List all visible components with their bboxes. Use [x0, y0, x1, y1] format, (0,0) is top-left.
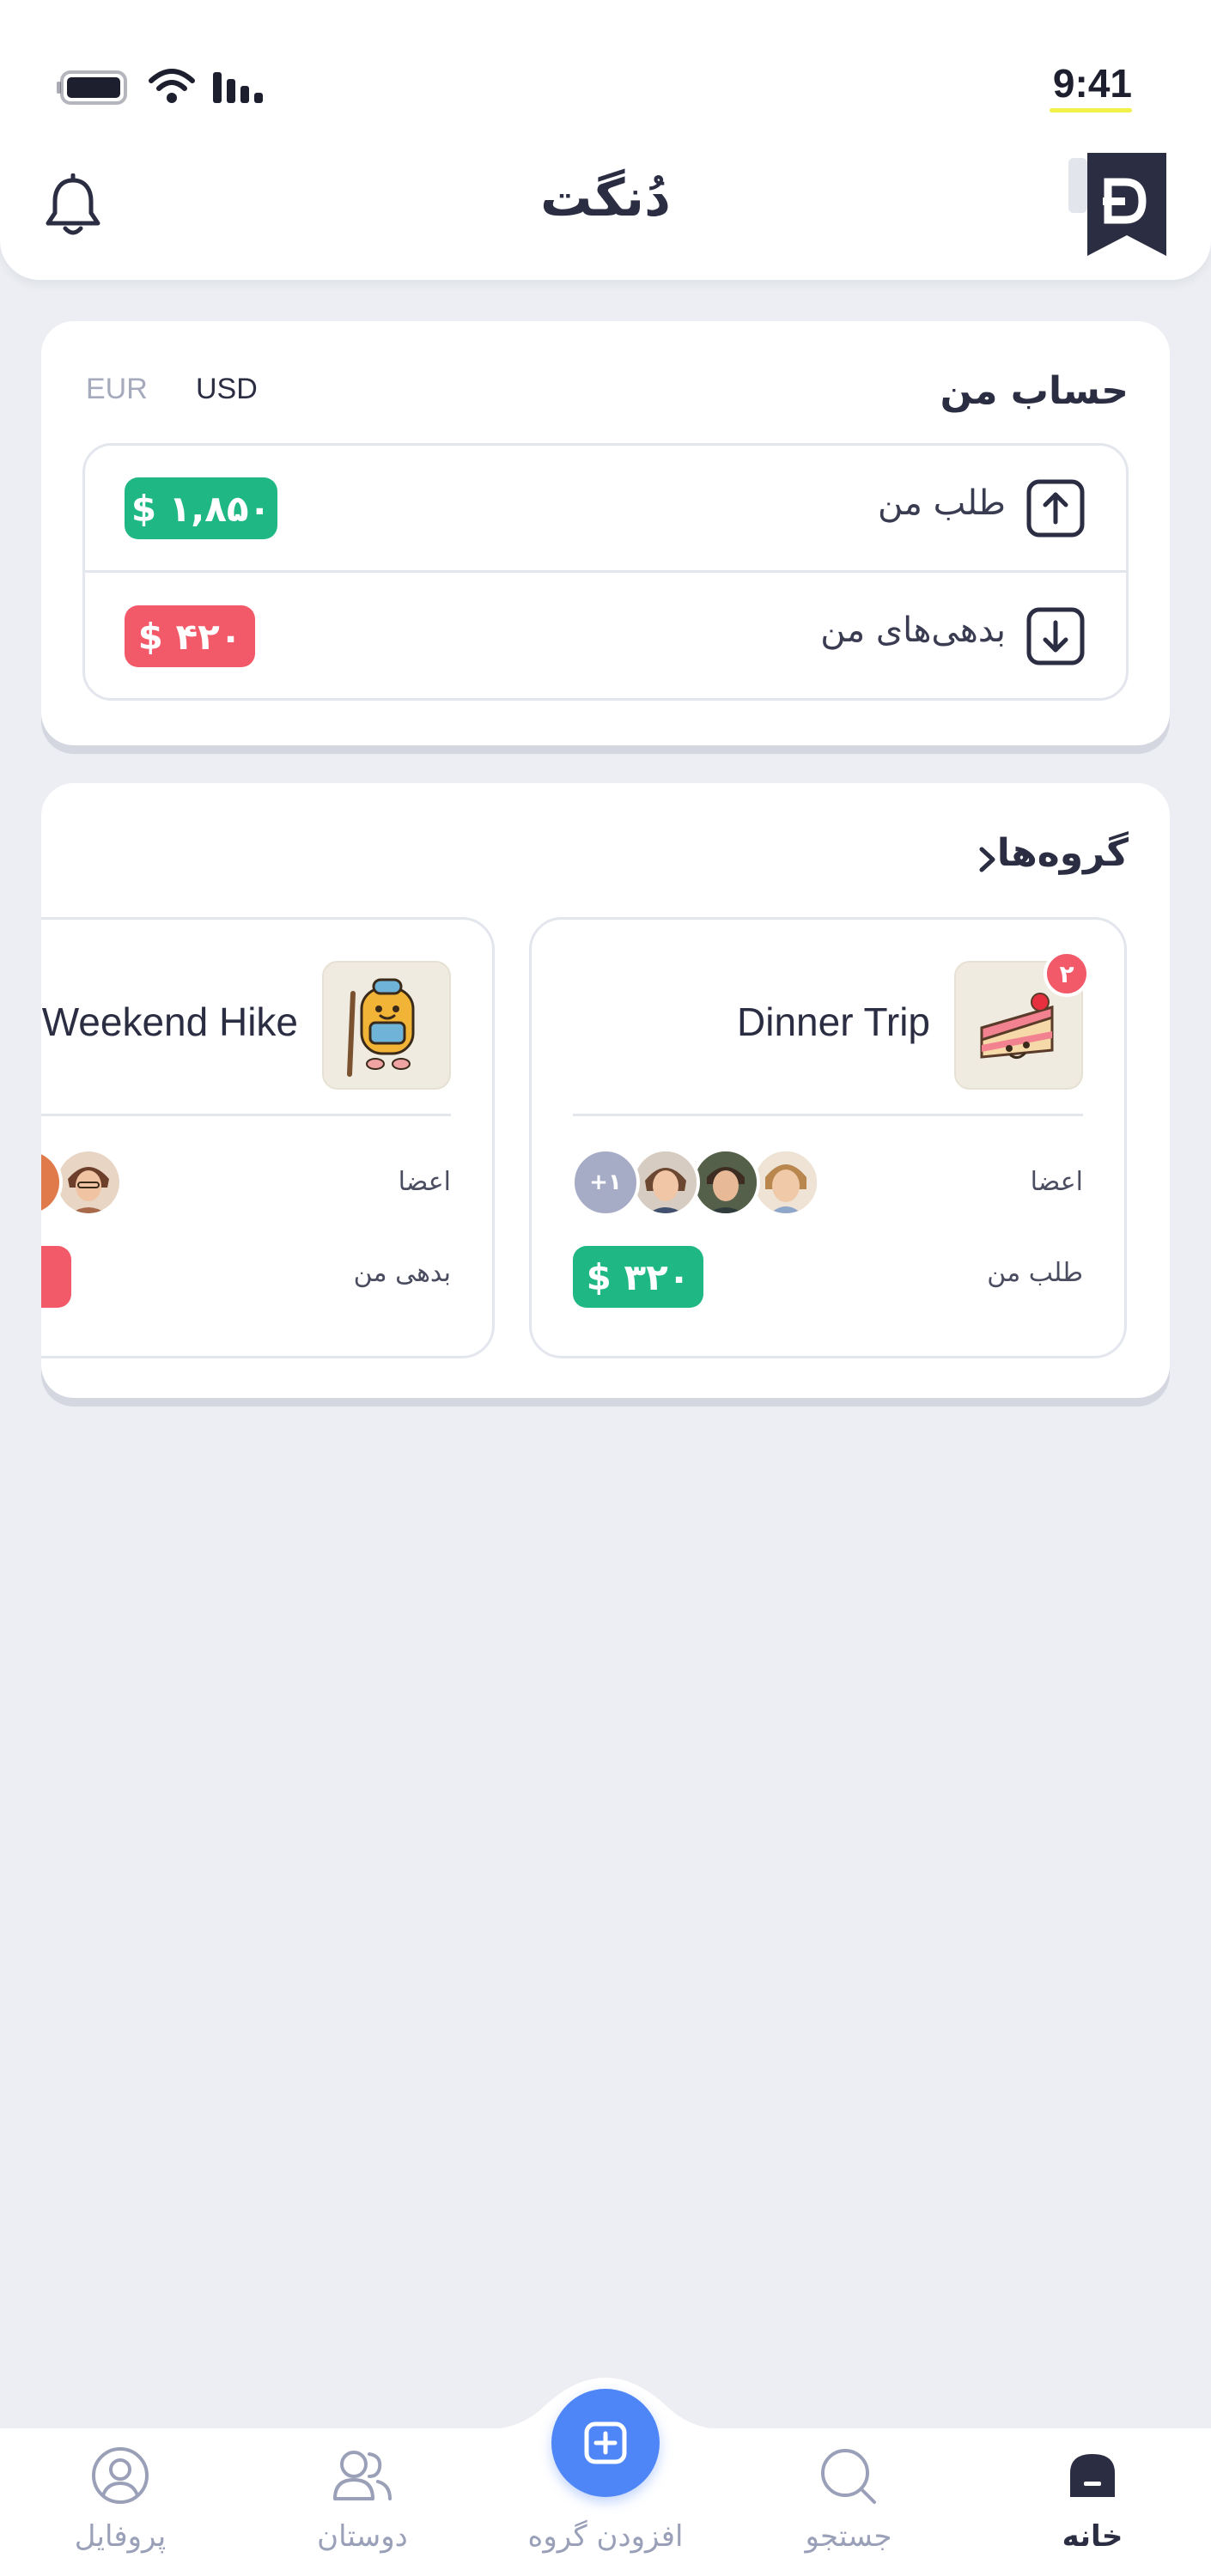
- members-label: اعضا: [398, 1167, 451, 1197]
- groups-card: گروه‌ها ۲ Dinner Trip اعضا: [41, 783, 1170, 1398]
- account-card: حساب من USD EUR طلب من $ ۱,۸۵۰ بدهی‌های …: [41, 321, 1170, 745]
- debt-row[interactable]: بدهی‌های من $ ۴۲۰: [85, 573, 1126, 698]
- debt-label: بدهی‌های من: [820, 611, 1006, 650]
- add-group-button[interactable]: [551, 2389, 660, 2497]
- nav-item-search[interactable]: جستجو: [745, 2428, 952, 2576]
- battery-icon: [57, 70, 127, 105]
- member-avatar: [752, 1148, 820, 1217]
- top-header: 9:41 دُنگت: [0, 0, 1211, 280]
- wifi-icon: [149, 69, 195, 103]
- nav-label-add-group: افزودن گروه: [527, 2519, 684, 2554]
- group-card-dinner-trip[interactable]: ۲ Dinner Trip اعضا +۱ طلب من $ ۳۲۰: [529, 917, 1127, 1358]
- nav-item-profile[interactable]: پروفایل: [17, 2428, 223, 2576]
- nav-item-home[interactable]: خانه: [989, 2428, 1196, 2576]
- nav-item-friends[interactable]: دوستان: [259, 2428, 466, 2576]
- receivable-row[interactable]: طلب من $ ۱,۸۵۰: [85, 446, 1126, 570]
- currency-tab-usd[interactable]: USD: [196, 373, 258, 406]
- status-time: 9:41: [1052, 61, 1132, 106]
- member-avatar: [54, 1148, 123, 1217]
- friends-icon: [333, 2451, 392, 2500]
- groups-title[interactable]: گروه‌ها: [997, 831, 1129, 875]
- currency-tab-eur[interactable]: EUR: [86, 373, 148, 406]
- search-icon: [821, 2449, 876, 2504]
- balance-label: بدهی من: [353, 1258, 451, 1288]
- balance-label: طلب من: [987, 1258, 1083, 1288]
- receivable-label: طلب من: [878, 483, 1006, 523]
- nav-label-home: خانه: [1062, 2519, 1123, 2554]
- chevron-right-icon[interactable]: [977, 845, 998, 874]
- notification-badge: ۲: [1044, 951, 1090, 997]
- arrow-up-icon: [1026, 479, 1085, 538]
- arrow-down-icon: [1026, 607, 1085, 665]
- member-avatar: [41, 1148, 63, 1217]
- signal-icon: [213, 72, 263, 103]
- group-name: Weekend Hike: [41, 999, 298, 1044]
- nav-label-search: جستجو: [805, 2519, 892, 2554]
- profile-icon: [92, 2447, 149, 2504]
- app-title: دُنگت: [540, 168, 671, 228]
- home-icon: [1070, 2454, 1115, 2497]
- group-name: Dinner Trip: [737, 999, 930, 1044]
- status-time-highlight: [1050, 108, 1132, 112]
- debt-amount: $ ۴۲۰: [125, 605, 255, 667]
- nav-label-profile: پروفایل: [74, 2519, 167, 2554]
- group-card-weekend-hike[interactable]: Weekend Hike اعضا بدهی من: [41, 917, 495, 1358]
- add-icon: [584, 2421, 627, 2464]
- member-avatar: [691, 1148, 760, 1217]
- extra-members-count: +۱: [571, 1148, 640, 1217]
- receivable-amount: $ ۱,۸۵۰: [125, 477, 277, 539]
- group-divider: [41, 1114, 451, 1116]
- member-avatar: [631, 1148, 700, 1217]
- members-label: اعضا: [1030, 1167, 1083, 1197]
- nav-label-friends: دوستان: [317, 2519, 408, 2554]
- balance-summary: طلب من $ ۱,۸۵۰ بدهی‌های من $ ۴۲۰: [82, 443, 1129, 701]
- group-divider: [573, 1114, 1083, 1116]
- group-balance-amount: [41, 1246, 71, 1308]
- app-logo-icon: [1068, 153, 1166, 256]
- group-balance-amount: $ ۳۲۰: [573, 1246, 703, 1308]
- account-title: حساب من: [940, 369, 1129, 413]
- group-thumbnail: [322, 961, 451, 1090]
- backpack-icon: [347, 978, 415, 1077]
- extra-members-text: +۱: [589, 1170, 622, 1195]
